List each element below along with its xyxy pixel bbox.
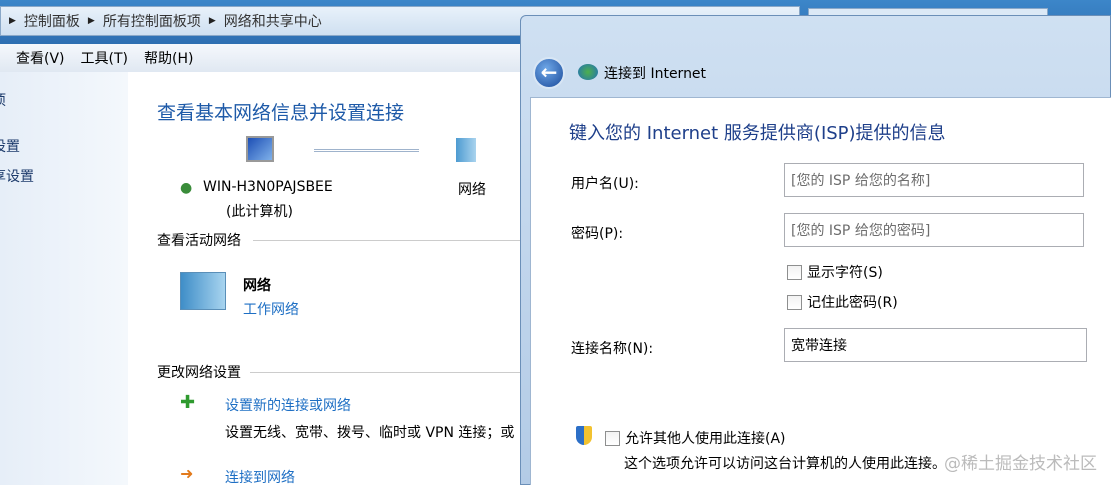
breadcrumb-item[interactable]: 网络和共享中心	[224, 11, 322, 31]
connection-line	[314, 149, 419, 152]
network-icon	[456, 138, 476, 162]
breadcrumb-item[interactable]: 所有控制面板项	[103, 11, 201, 31]
show-chars-checkbox[interactable]	[787, 264, 802, 280]
dialog-title: 连接到 Internet	[604, 66, 707, 82]
divider	[250, 372, 523, 373]
sidebar-item[interactable]: 享设置	[0, 166, 34, 186]
chevron-right-icon: ▶	[9, 16, 16, 26]
network-type-link[interactable]: 工作网络	[243, 299, 299, 319]
connection-name-label: 连接名称(N):	[571, 341, 654, 357]
menu-tools[interactable]: 工具(T)	[81, 48, 128, 68]
network-building-icon	[180, 272, 226, 310]
connect-arrow-icon: ➜	[180, 464, 194, 483]
network-node-label: 网络	[458, 182, 486, 198]
network-globe-icon: ●	[180, 180, 193, 196]
breadcrumb-item[interactable]: 控制面板	[24, 11, 80, 31]
chevron-right-icon: ▶	[87, 16, 95, 26]
page-title: 查看基本网络信息并设置连接	[157, 102, 405, 124]
menu-help[interactable]: 帮助(H)	[144, 48, 193, 68]
allow-others-checkbox[interactable]	[605, 430, 620, 446]
computer-name: WIN-H3N0PAJSBEE	[203, 179, 333, 195]
computer-note: (此计算机)	[226, 204, 293, 220]
sidebar: 项 设置 享设置	[0, 72, 128, 485]
chevron-right-icon: ▶	[208, 16, 216, 26]
divider	[253, 240, 523, 241]
new-connection-icon: ✚	[180, 392, 196, 413]
username-input[interactable]: [您的 ISP 给您的名称]	[784, 163, 1084, 197]
internet-globe-icon	[578, 64, 598, 80]
back-arrow-icon[interactable]: ←	[533, 57, 565, 89]
remember-password-checkbox[interactable]	[787, 294, 802, 310]
dialog-body: 键入您的 Internet 服务提供商(ISP)提供的信息 用户名(U): [您…	[530, 97, 1111, 485]
show-chars-label: 显示字符(S)	[807, 265, 883, 281]
menu-bar: 查看(V) 工具(T) 帮助(H)	[0, 44, 530, 72]
setup-connection-link[interactable]: 设置新的连接或网络	[225, 395, 351, 415]
dialog-heading: 键入您的 Internet 服务提供商(ISP)提供的信息	[569, 123, 946, 144]
connection-name-input[interactable]: 宽带连接	[784, 328, 1087, 362]
sidebar-item[interactable]: 设置	[0, 136, 20, 156]
active-network-name: 网络	[243, 278, 271, 294]
main-content: 查看基本网络信息并设置连接 ● WIN-H3N0PAJSBEE (此计算机) 网…	[128, 72, 523, 487]
menu-view[interactable]: 查看(V)	[16, 48, 65, 68]
computer-icon	[246, 136, 274, 162]
setup-connection-desc: 设置无线、宽带、拨号、临时或 VPN 连接；或	[225, 425, 515, 441]
password-input[interactable]: [您的 ISP 给您的密码]	[784, 213, 1084, 247]
section-header: 更改网络设置	[157, 365, 241, 381]
username-label: 用户名(U):	[571, 176, 639, 192]
allow-others-desc: 这个选项允许可以访问这台计算机的人使用此连接。	[624, 456, 946, 472]
remember-password-label: 记住此密码(R)	[807, 295, 898, 311]
allow-others-label: 允许其他人使用此连接(A)	[625, 431, 786, 447]
connect-network-link[interactable]: 连接到网络	[225, 467, 295, 487]
password-label: 密码(P):	[571, 226, 624, 242]
sidebar-item[interactable]: 项	[0, 90, 6, 110]
watermark: @稀土掘金技术社区	[944, 454, 1097, 474]
section-header: 查看活动网络	[157, 233, 241, 249]
uac-shield-icon	[576, 426, 592, 445]
